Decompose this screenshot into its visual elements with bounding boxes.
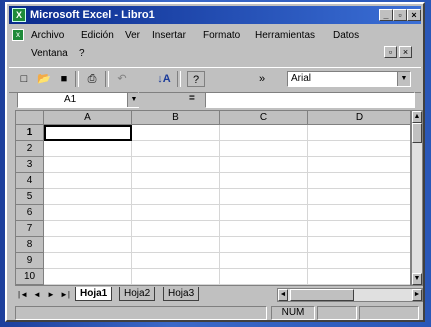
- status-panel: [359, 306, 419, 320]
- menu-formato[interactable]: Formato: [203, 30, 240, 41]
- row-header-5[interactable]: 5: [16, 189, 44, 205]
- sort-ascending-icon[interactable]: ↓A: [155, 71, 173, 87]
- grid-line: [44, 156, 410, 157]
- grid-line: [219, 125, 220, 285]
- font-name-box[interactable]: Arial ▼: [287, 71, 411, 87]
- column-header-b[interactable]: B: [132, 111, 220, 125]
- scroll-thumb[interactable]: [412, 123, 422, 143]
- last-sheet-icon[interactable]: ►|: [59, 289, 71, 301]
- column-header-c[interactable]: C: [220, 111, 308, 125]
- row-header-7[interactable]: 7: [16, 221, 44, 237]
- select-all-corner[interactable]: [16, 111, 44, 125]
- tab-hoja2[interactable]: Hoja2: [119, 287, 156, 301]
- formula-input[interactable]: [205, 92, 415, 108]
- close-button[interactable]: ×: [407, 9, 421, 21]
- prev-sheet-icon[interactable]: ◄: [31, 289, 43, 301]
- menu-edicion[interactable]: Edición: [81, 30, 114, 41]
- chevron-down-icon[interactable]: ▼: [397, 72, 410, 86]
- window-title: Microsoft Excel - Libro1: [30, 9, 155, 21]
- grid-line: [44, 188, 410, 189]
- excel-app-icon[interactable]: X: [12, 8, 26, 22]
- row-header-10[interactable]: 10: [16, 269, 44, 285]
- scroll-down-icon[interactable]: ▼: [412, 273, 422, 285]
- scroll-left-icon[interactable]: ◄: [278, 289, 288, 301]
- toolbar-separator: [177, 71, 181, 87]
- minimize-button[interactable]: _: [379, 9, 393, 21]
- row-header-6[interactable]: 6: [16, 205, 44, 221]
- worksheet-grid[interactable]: A B C D 1 2 3 4 5 6 7 8 9 10 11: [15, 110, 411, 286]
- num-lock-indicator: NUM: [271, 306, 315, 320]
- horizontal-scroll-thumb[interactable]: [290, 289, 354, 301]
- name-box[interactable]: A1: [17, 92, 139, 108]
- standard-toolbar: □ 📂 ■ ⎙ ↶ ↓A ? » Arial ▼: [9, 67, 421, 93]
- vertical-scrollbar[interactable]: ▲ ▼: [411, 110, 423, 286]
- grid-line: [131, 125, 132, 285]
- grid-line: [44, 204, 410, 205]
- menu-ver[interactable]: Ver: [125, 30, 140, 41]
- save-icon[interactable]: ■: [55, 71, 73, 87]
- tab-hoja3[interactable]: Hoja3: [163, 287, 200, 301]
- active-cell-a1[interactable]: [44, 125, 132, 141]
- toolbar-separator: [105, 71, 109, 87]
- column-header-d[interactable]: D: [308, 111, 410, 125]
- first-sheet-icon[interactable]: |◄: [17, 289, 29, 301]
- next-sheet-icon[interactable]: ►: [45, 289, 57, 301]
- menu-ventana[interactable]: Ventana: [31, 48, 68, 59]
- menu-datos[interactable]: Datos: [333, 30, 359, 41]
- more-buttons-icon[interactable]: »: [253, 71, 271, 87]
- new-icon[interactable]: □: [15, 71, 33, 87]
- row-header-2[interactable]: 2: [16, 141, 44, 157]
- doc-close-button[interactable]: ×: [399, 46, 412, 58]
- formula-bar: A1 ▼ =: [9, 92, 421, 109]
- grid-line: [307, 125, 308, 285]
- menu-bar: x Archivo Edición Ver Insertar Formato H…: [9, 26, 421, 60]
- undo-icon[interactable]: ↶: [113, 71, 131, 87]
- scroll-up-icon[interactable]: ▲: [412, 111, 422, 123]
- menu-insertar[interactable]: Insertar: [152, 30, 186, 41]
- menu-help[interactable]: ?: [79, 48, 85, 59]
- row-header-3[interactable]: 3: [16, 157, 44, 173]
- status-panel: [317, 306, 357, 320]
- grid-line: [44, 236, 410, 237]
- row-header-11[interactable]: 11: [16, 285, 44, 286]
- toolbar-separator: [75, 71, 79, 87]
- help-icon[interactable]: ?: [187, 71, 205, 87]
- title-bar[interactable]: X Microsoft Excel - Libro1 _ ▫ ×: [9, 6, 421, 24]
- horizontal-scrollbar[interactable]: ◄ ►: [277, 288, 423, 302]
- status-bar: NUM: [9, 306, 421, 320]
- formula-equals-icon[interactable]: =: [189, 93, 195, 104]
- document-icon[interactable]: x: [12, 29, 24, 41]
- grid-line: [44, 268, 410, 269]
- open-icon[interactable]: 📂: [35, 71, 53, 87]
- grid-line: [44, 172, 410, 173]
- excel-window: X Microsoft Excel - Libro1 _ ▫ × x Archi…: [5, 2, 425, 322]
- tab-hoja1[interactable]: Hoja1: [75, 287, 113, 301]
- grid-line: [44, 220, 410, 221]
- doc-restore-button[interactable]: ▫: [384, 46, 397, 58]
- name-box-dropdown-icon[interactable]: ▼: [127, 93, 140, 107]
- restore-button[interactable]: ▫: [393, 9, 407, 21]
- scroll-right-icon[interactable]: ►: [412, 289, 422, 301]
- row-header-1[interactable]: 1: [16, 125, 44, 141]
- row-header-9[interactable]: 9: [16, 253, 44, 269]
- grid-line: [44, 252, 410, 253]
- grid-line: [44, 284, 410, 285]
- print-icon[interactable]: ⎙: [83, 71, 101, 87]
- sheet-tabs-bar: |◄ ◄ ► ►| Hoja1 Hoja2 Hoja3 ◄ ►: [15, 287, 423, 303]
- menu-herramientas[interactable]: Herramientas: [255, 30, 315, 41]
- row-header-8[interactable]: 8: [16, 237, 44, 253]
- menu-archivo[interactable]: Archivo: [31, 30, 64, 41]
- font-name-value: Arial: [291, 73, 312, 84]
- row-header-4[interactable]: 4: [16, 173, 44, 189]
- column-header-a[interactable]: A: [44, 111, 132, 125]
- status-message-panel: [15, 306, 267, 320]
